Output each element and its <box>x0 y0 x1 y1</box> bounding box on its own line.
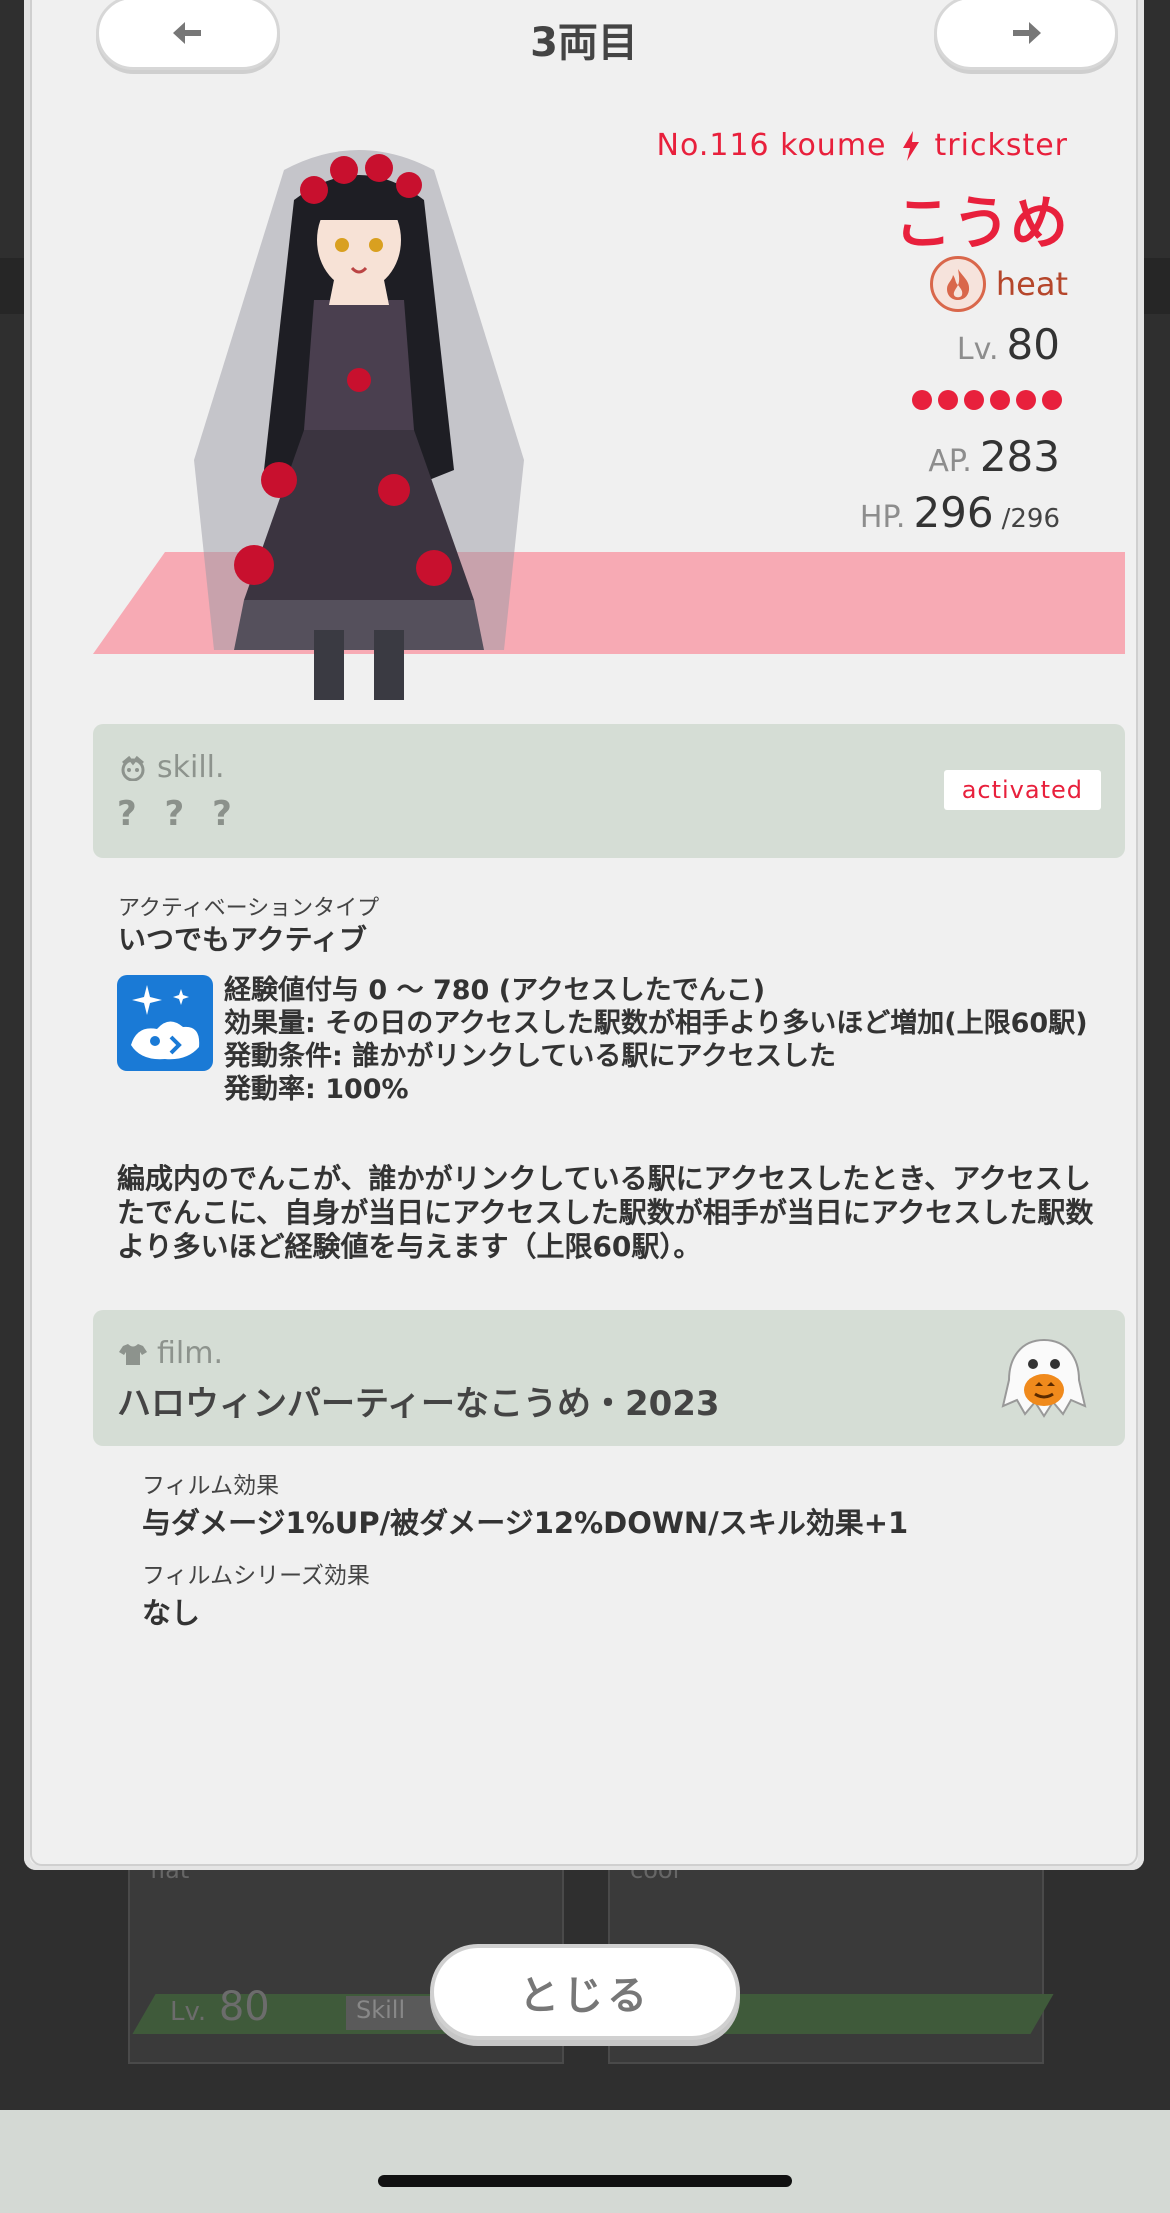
film-effect-value: 与ダメージ1%UP/被ダメージ12%DOWN/スキル効果+1 <box>142 1506 909 1540</box>
rank-dots <box>912 390 1062 410</box>
flame-icon <box>929 256 986 312</box>
hp-max: /296 <box>1001 504 1060 534</box>
character-number: No.116 koume <box>656 128 887 163</box>
background-card-level: Lv. 80 <box>170 1984 270 2030</box>
level-display: Lv. 80 <box>956 320 1060 369</box>
skill-effect-line: 発動率: 100% <box>224 1074 409 1105</box>
character-id: No.116 koume trickster <box>657 128 1068 163</box>
hp-display: HP. 296 /296 <box>859 488 1060 537</box>
film-series-effect-label: フィルムシリーズ効果 <box>142 1563 370 1589</box>
rank-dot <box>912 390 932 410</box>
skill-effect-line: 経験値付与 0 〜 780 (アクセスしたでんこ) <box>224 975 766 1006</box>
arrow-right-icon <box>1013 22 1041 44</box>
skill-description: 編成内のでんこが、誰かがリンクしている駅にアクセスしたとき、アクセスしたでんこに… <box>117 1162 1094 1263</box>
ap-value: 283 <box>979 432 1060 481</box>
hp-value: 296 <box>913 488 994 537</box>
ghost-pumpkin-icon <box>1001 1338 1087 1418</box>
skill-effect-line: 効果量: その日のアクセスした駅数が相手より多いほど増加(上限60駅) <box>224 1008 1088 1039</box>
rank-dot <box>990 390 1010 410</box>
skill-status-badge: activated <box>943 770 1101 810</box>
skill-effect-icon <box>117 975 213 1071</box>
next-car-button[interactable] <box>934 0 1118 70</box>
character-detail-modal: 3両目 No.116 koume trickster こうめ heat Lv. … <box>24 0 1144 1870</box>
attribute-label: heat <box>995 265 1068 303</box>
skill-heading: skill. <box>119 750 225 785</box>
ap-display: AP. 283 <box>928 432 1060 481</box>
rank-dot <box>938 390 958 410</box>
character-portrait <box>194 150 524 700</box>
film-panel: film. ハロウィンパーティーなこうめ・2023 <box>93 1310 1125 1446</box>
character-type: trickster <box>934 128 1068 163</box>
character-name: こうめ <box>893 189 1068 257</box>
film-name: ハロウィンパーティーなこうめ・2023 <box>117 1384 720 1424</box>
shirt-icon <box>119 1343 147 1365</box>
skill-icon <box>121 755 145 781</box>
film-effect-label: フィルム効果 <box>142 1473 280 1499</box>
activation-type-value: いつでもアクティブ <box>118 923 367 956</box>
film-series-effect-value: なし <box>142 1596 201 1630</box>
lightning-icon <box>902 130 919 161</box>
bottom-bar <box>0 2110 1170 2213</box>
film-heading: film. <box>119 1336 223 1371</box>
character-attribute: heat <box>929 256 1068 312</box>
close-button[interactable]: とじる <box>430 1944 740 2040</box>
rank-dot <box>964 390 984 410</box>
skill-effect-details: 経験値付与 0 〜 780 (アクセスしたでんこ) 効果量: その日のアクセスし… <box>224 974 1104 1106</box>
rank-dot <box>1016 390 1036 410</box>
rank-dot <box>1042 390 1062 410</box>
skill-panel: skill. ? ? ? activated <box>93 724 1125 858</box>
skill-effect-line: 発動条件: 誰かがリンクしている駅にアクセスした <box>224 1041 837 1072</box>
home-indicator <box>378 2175 792 2187</box>
skill-name: ? ? ? <box>117 794 240 834</box>
level-value: 80 <box>1006 320 1060 369</box>
